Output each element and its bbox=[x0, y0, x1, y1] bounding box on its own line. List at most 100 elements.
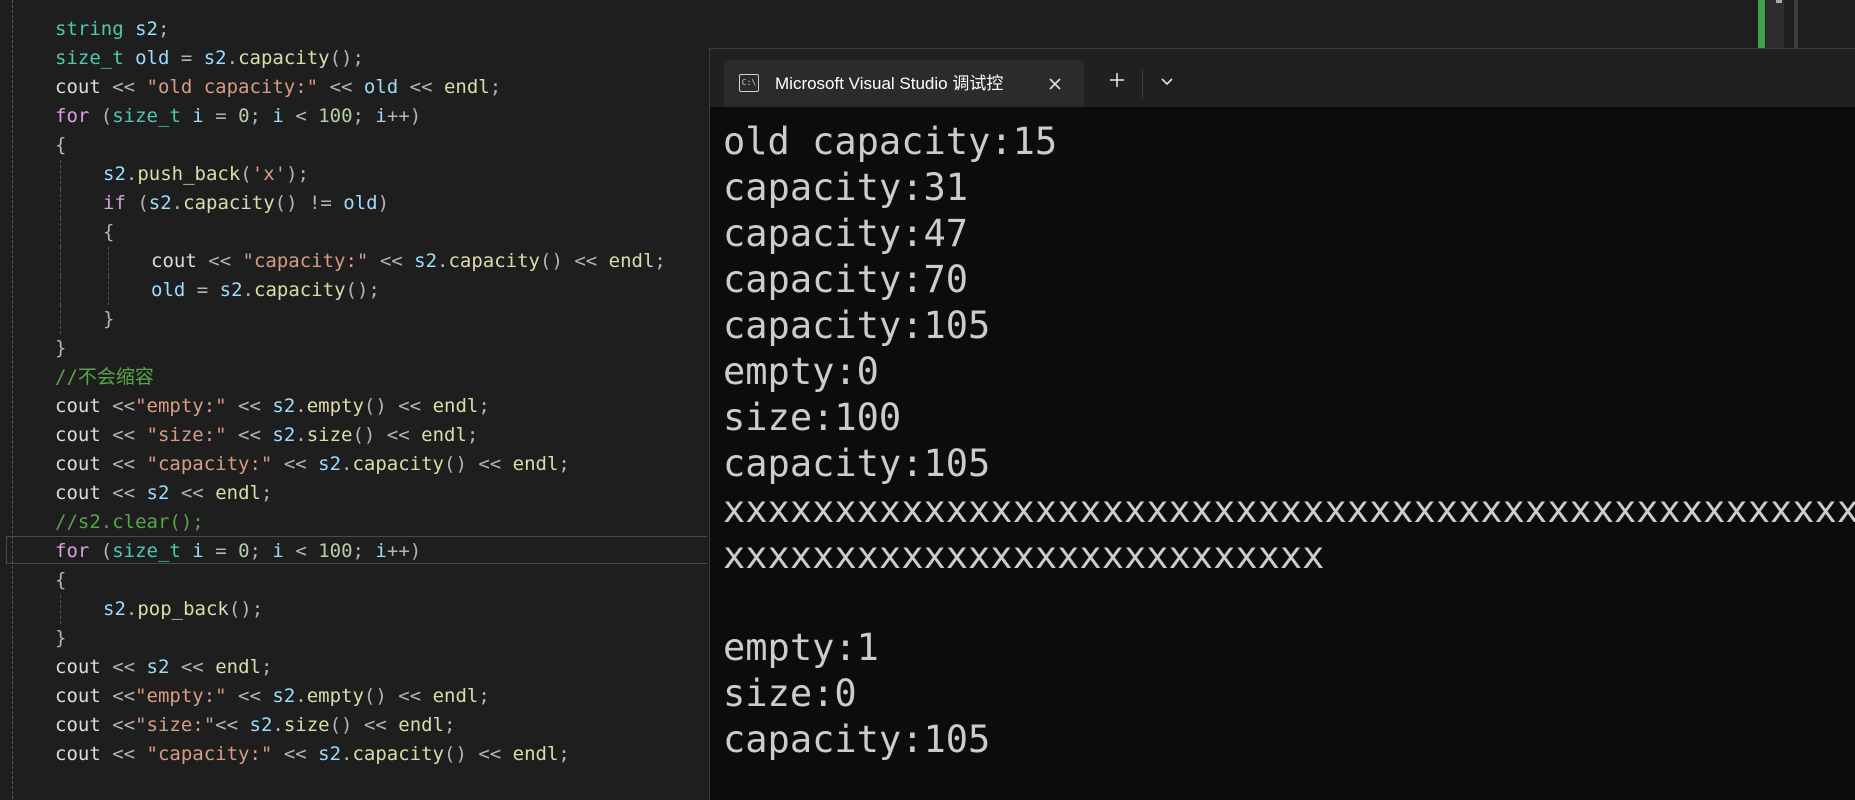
code-token: << bbox=[215, 714, 250, 736]
code-token: << bbox=[196, 250, 243, 272]
code-text: s2.push_back('x'); bbox=[103, 160, 309, 189]
code-token: << bbox=[226, 395, 273, 417]
code-token: } bbox=[55, 337, 67, 359]
code-token: << bbox=[100, 395, 136, 417]
code-text: if (s2.capacity() != old) bbox=[103, 189, 389, 218]
code-text: cout <<"empty:" << s2.empty() << endl; bbox=[55, 392, 490, 421]
code-token: capacity bbox=[448, 250, 540, 272]
code-token: cout bbox=[151, 250, 197, 272]
code-token: ; bbox=[466, 424, 479, 446]
code-token: s2 bbox=[146, 482, 170, 504]
indent-guide bbox=[60, 276, 61, 305]
code-token: size_t bbox=[55, 47, 136, 69]
code-token: ( bbox=[125, 192, 149, 214]
code-token: s2 bbox=[318, 743, 342, 765]
console-titlebar[interactable]: C:\ Microsoft Visual Studio 调试控 bbox=[710, 49, 1855, 107]
indent-guide bbox=[60, 305, 61, 334]
console-output-line: capacity:105 bbox=[723, 442, 991, 485]
code-text: cout << "old capacity:" << old << endl; bbox=[55, 73, 501, 102]
code-token: ; bbox=[478, 395, 490, 417]
code-token: s2 bbox=[272, 395, 296, 417]
vertical-scrollbar[interactable] bbox=[1766, 0, 1784, 48]
code-token: ++) bbox=[386, 105, 422, 127]
code-token: "size:" bbox=[146, 424, 227, 446]
code-text: cout << "capacity:" << s2.capacity() << … bbox=[151, 247, 666, 276]
code-token: . bbox=[295, 395, 307, 417]
code-token: ( bbox=[89, 105, 113, 127]
code-token: ( bbox=[89, 540, 113, 562]
code-text: cout << "size:" << s2.size() << endl; bbox=[55, 421, 478, 450]
console-output-line: xxxxxxxxxxxxxxxxxxxxxxxxxxx bbox=[723, 534, 1325, 577]
console-output-line: xxxxxxxxxxxxxxxxxxxxxxxxxxxxxxxxxxxxxxxx… bbox=[723, 488, 1855, 531]
code-token: << bbox=[100, 76, 147, 98]
code-token: << bbox=[100, 714, 136, 736]
code-token: { bbox=[103, 221, 115, 243]
console-output[interactable]: old capacity:15 capacity:31 capacity:47 cap… bbox=[723, 119, 1855, 763]
code-token: s2 bbox=[135, 18, 158, 40]
code-token: endl bbox=[443, 76, 490, 98]
code-token: cout bbox=[55, 453, 101, 475]
console-tab[interactable]: C:\ Microsoft Visual Studio 调试控 bbox=[724, 60, 1084, 107]
code-token: ++) bbox=[386, 540, 422, 562]
code-token: endl bbox=[512, 743, 559, 765]
code-token: cout bbox=[55, 76, 101, 98]
code-token: << bbox=[368, 250, 415, 272]
code-token: size bbox=[283, 714, 330, 736]
code-token: i bbox=[272, 105, 284, 127]
code-token: { bbox=[55, 134, 67, 156]
code-token: << bbox=[398, 76, 444, 98]
code-token: () << bbox=[352, 424, 422, 446]
code-token: "capacity:" bbox=[146, 453, 273, 475]
code-token: s2 bbox=[272, 424, 296, 446]
code-text: { bbox=[103, 218, 114, 247]
code-token: ; bbox=[558, 453, 570, 475]
indent-guide bbox=[60, 218, 61, 247]
code-token: () << bbox=[329, 714, 399, 736]
code-token: 'x' bbox=[251, 163, 287, 185]
console-output-line: empty:0 bbox=[723, 350, 879, 393]
code-token: ; bbox=[444, 714, 456, 736]
indent-guide bbox=[60, 160, 61, 189]
code-token: s2 bbox=[414, 250, 438, 272]
indent-guide bbox=[108, 276, 109, 305]
code-text: cout << "capacity:" << s2.capacity() << … bbox=[55, 450, 570, 479]
code-token: endl bbox=[512, 453, 559, 475]
code-token: << bbox=[100, 453, 147, 475]
code-text: cout << "capacity:" << s2.capacity() << … bbox=[55, 740, 570, 769]
code-token: ; bbox=[157, 18, 170, 40]
code-text: for (size_t i = 0; i < 100; i++) bbox=[55, 102, 421, 131]
code-token: old bbox=[135, 47, 170, 69]
chevron-down-icon[interactable] bbox=[1154, 69, 1180, 95]
code-text: } bbox=[55, 334, 66, 363]
tab-title: Microsoft Visual Studio 调试控 bbox=[775, 74, 1004, 93]
code-token: . bbox=[125, 598, 138, 620]
code-line[interactable]: string s2; bbox=[0, 15, 1855, 44]
code-token: ; bbox=[249, 540, 273, 562]
code-token: << bbox=[272, 453, 319, 475]
code-token: capacity bbox=[183, 192, 275, 214]
code-token: << bbox=[100, 656, 147, 678]
code-token: << bbox=[169, 482, 216, 504]
debug-console-window[interactable]: C:\ Microsoft Visual Studio 调试控 old capa… bbox=[709, 48, 1855, 800]
code-token: cout bbox=[55, 656, 101, 678]
change-marker bbox=[1758, 0, 1765, 48]
close-icon[interactable] bbox=[1042, 71, 1068, 97]
code-token: old bbox=[343, 192, 378, 214]
code-token: i bbox=[375, 540, 387, 562]
terminal-icon: C:\ bbox=[739, 74, 759, 92]
code-token: () << bbox=[444, 453, 513, 475]
code-token: << bbox=[100, 482, 147, 504]
code-token: empty bbox=[306, 395, 364, 417]
code-token: push_back bbox=[137, 163, 241, 185]
code-text: } bbox=[55, 624, 66, 653]
scrollbar-thumb[interactable] bbox=[1794, 0, 1798, 48]
plus-icon[interactable] bbox=[1104, 67, 1130, 93]
code-token: = bbox=[185, 279, 220, 301]
code-token: (); bbox=[345, 279, 380, 301]
code-token: . bbox=[226, 47, 239, 69]
code-text: //不会缩容 bbox=[55, 363, 154, 392]
code-token: capacity bbox=[254, 279, 346, 301]
code-token: ; bbox=[489, 76, 502, 98]
code-token: s2 bbox=[146, 656, 170, 678]
